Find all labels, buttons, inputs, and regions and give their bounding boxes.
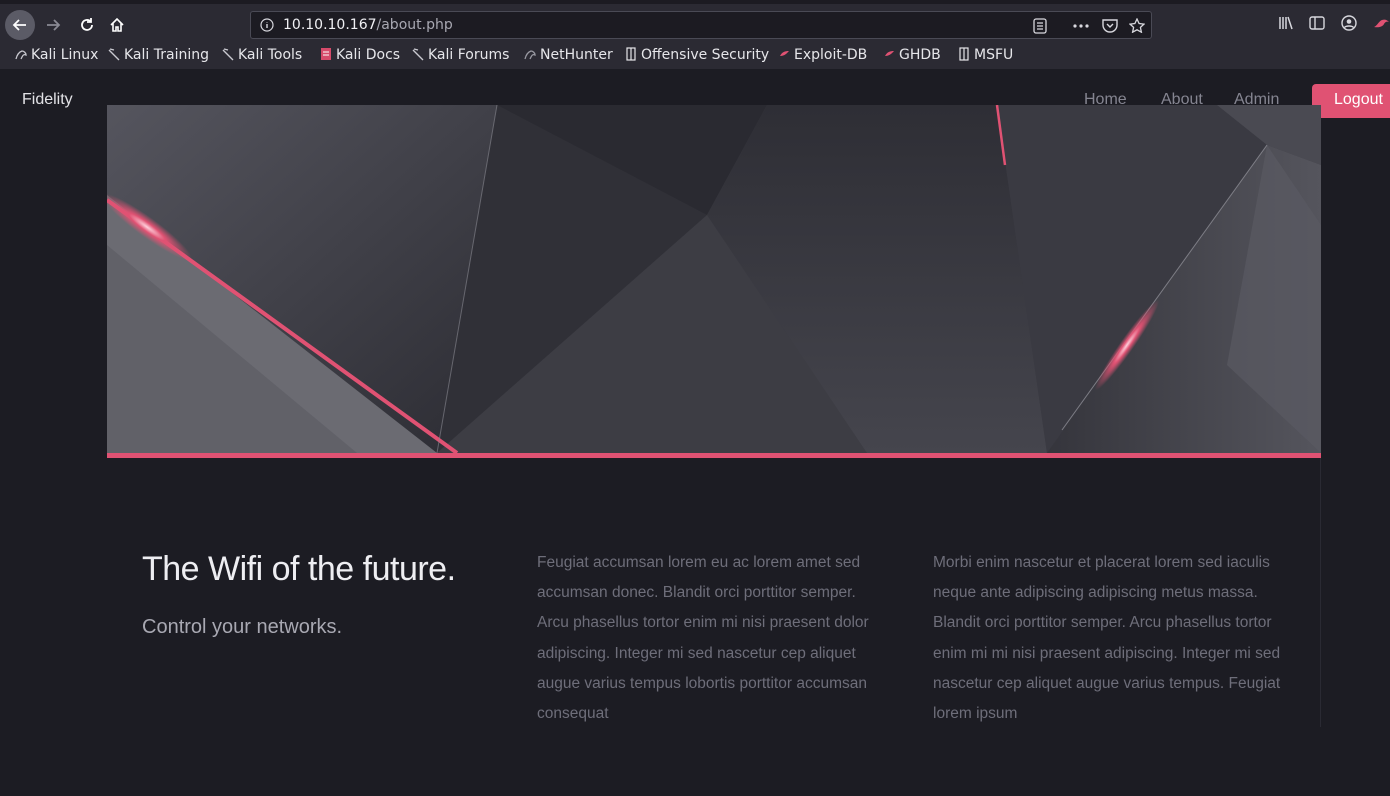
more-actions-icon[interactable] xyxy=(1073,24,1089,28)
bookmark-kali-tools[interactable]: Kali Tools xyxy=(222,47,302,63)
bookmark-nethunter[interactable]: NetHunter xyxy=(524,47,613,63)
site-brand[interactable]: Fidelity xyxy=(22,91,73,109)
bookmark-label: Offensive Security xyxy=(641,47,770,63)
nethunter-icon xyxy=(524,50,536,60)
msfu-icon xyxy=(959,47,969,61)
url-text[interactable]: 10.10.10.167/about.php xyxy=(283,17,453,33)
pocket-icon[interactable] xyxy=(1102,18,1118,33)
bookmark-kali-linux[interactable]: Kali Linux xyxy=(15,47,98,63)
bookmark-kali-training[interactable]: Kali Training xyxy=(108,47,209,63)
info-icon[interactable] xyxy=(260,18,274,32)
bookmarks-toolbar: Kali Linux Kali Training Kali Tools Kali… xyxy=(0,44,1390,69)
bookmark-label: MSFU xyxy=(974,47,1014,63)
url-host: 10.10.10.167 xyxy=(283,17,377,33)
bookmark-label: Kali Linux xyxy=(31,47,99,63)
page-headline: The Wifi of the future. xyxy=(142,550,456,588)
extension-icon[interactable] xyxy=(1372,15,1390,31)
bookmark-label: Kali Training xyxy=(124,47,209,63)
reader-view-icon[interactable] xyxy=(1033,18,1047,34)
reload-icon xyxy=(81,18,93,31)
arrow-left-icon xyxy=(12,19,26,31)
library-icon[interactable] xyxy=(1278,16,1294,30)
back-button[interactable] xyxy=(5,10,35,40)
offsec-icon xyxy=(626,47,636,61)
bookmark-kali-docs[interactable]: Kali Docs xyxy=(320,47,400,63)
bookmark-star-icon[interactable] xyxy=(1129,18,1145,33)
bookmark-label: Kali Forums xyxy=(428,47,510,63)
bookmark-label: Kali Docs xyxy=(336,47,401,63)
bookmark-label: Kali Tools xyxy=(238,47,303,63)
hero-banner xyxy=(107,105,1321,453)
kali-dragon-icon xyxy=(108,48,120,61)
paragraph-1: Feugiat accumsan lorem eu ac lorem amet … xyxy=(537,554,869,723)
kali-docs-icon xyxy=(321,48,331,60)
kali-dragon-icon xyxy=(412,48,424,61)
content-border xyxy=(1320,458,1321,727)
logout-button[interactable]: Logout xyxy=(1312,84,1390,118)
page-subheadline: Control your networks. xyxy=(142,616,343,638)
bookmark-label: Exploit-DB xyxy=(794,47,868,63)
bookmark-label: NetHunter xyxy=(540,47,613,63)
bookmark-offensive-security[interactable]: Offensive Security xyxy=(625,47,769,63)
url-bar[interactable]: 10.10.10.167/about.php xyxy=(250,11,1152,39)
exploit-db-icon xyxy=(780,51,789,56)
sidebar-icon[interactable] xyxy=(1309,16,1325,30)
home-icon xyxy=(110,17,124,32)
content-section: The Wifi of the future. Control your net… xyxy=(107,458,1321,727)
arrow-right-icon xyxy=(47,19,61,31)
forward-button[interactable] xyxy=(38,10,68,40)
home-button[interactable] xyxy=(102,10,132,40)
kali-dragon-icon xyxy=(15,50,27,60)
paragraph-2: Morbi enim nascetur et placerat lorem se… xyxy=(933,554,1281,723)
bookmark-msfu[interactable]: MSFU xyxy=(958,47,1013,63)
reload-button[interactable] xyxy=(72,10,102,40)
ghdb-icon xyxy=(885,51,894,56)
browser-toolbar: 10.10.10.167/about.php xyxy=(0,0,1390,44)
url-path: /about.php xyxy=(376,17,453,33)
bookmark-kali-forums[interactable]: Kali Forums xyxy=(412,47,509,63)
account-icon[interactable] xyxy=(1341,15,1357,31)
hero-artwork xyxy=(107,105,1321,453)
bookmark-ghdb[interactable]: GHDB xyxy=(883,47,941,63)
bookmark-exploit-db[interactable]: Exploit-DB xyxy=(778,47,867,63)
bookmark-label: GHDB xyxy=(899,47,941,63)
kali-dragon-icon xyxy=(222,48,234,61)
